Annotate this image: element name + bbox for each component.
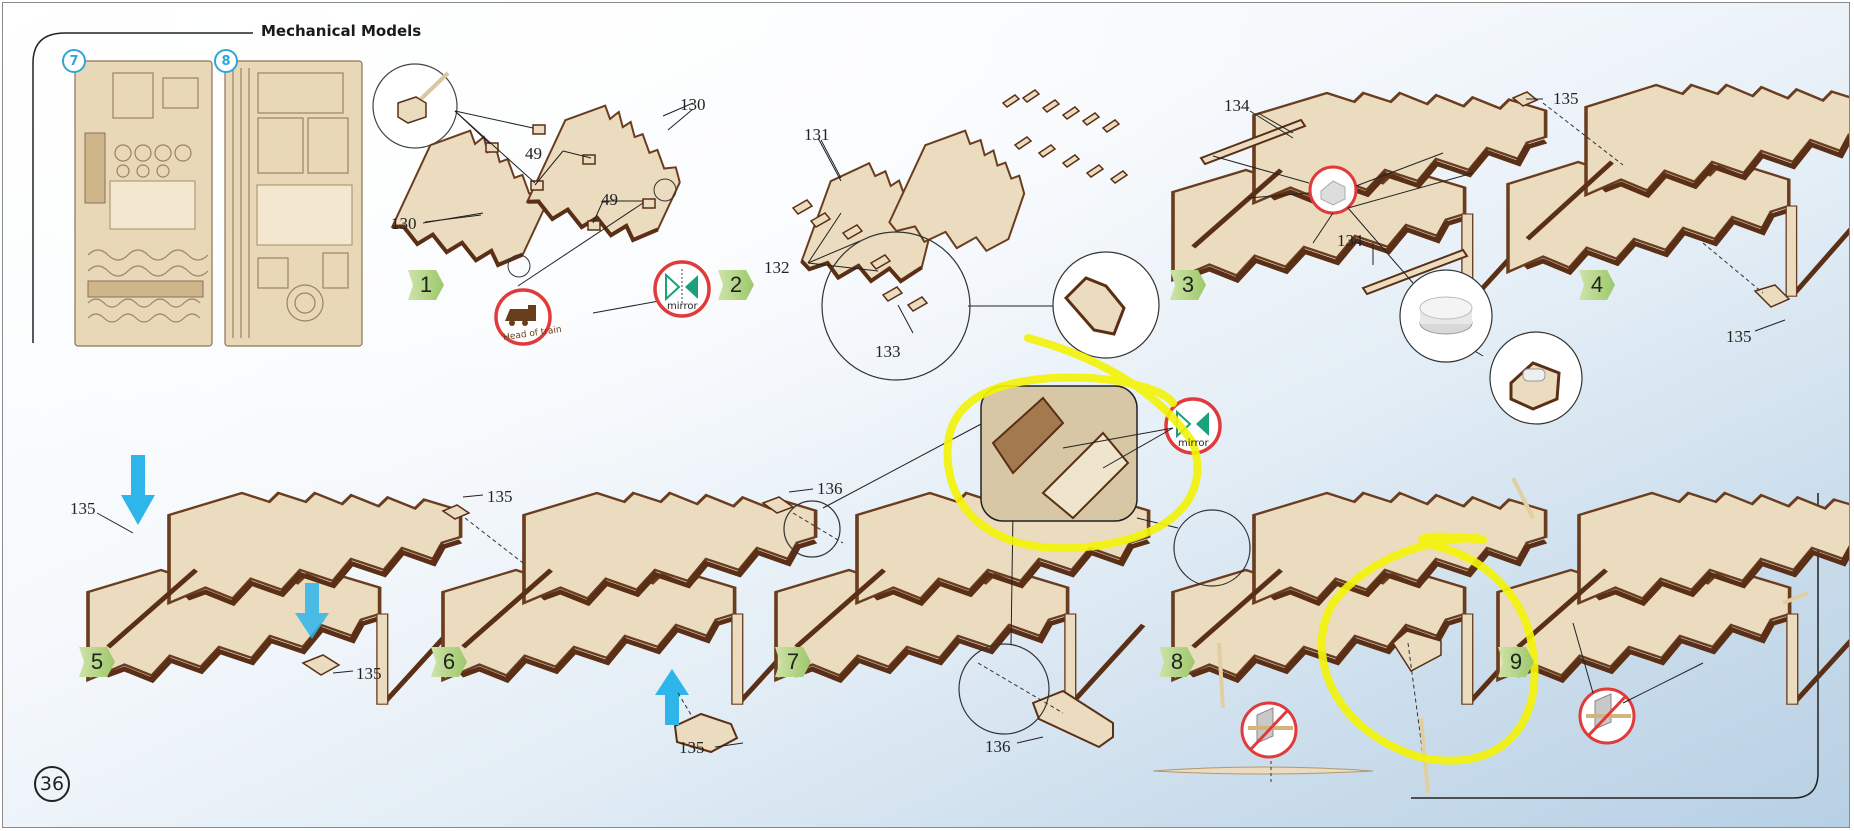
assembly-illustrations <box>3 63 1850 794</box>
step-8-illustration <box>1152 493 1546 794</box>
part-label-134: 134 <box>1224 96 1250 115</box>
part-label-135: 135 <box>487 487 513 506</box>
step-9-illustration <box>1498 477 1850 745</box>
part-label-132: 132 <box>764 258 790 277</box>
part-label-135: 135 <box>679 738 705 757</box>
part-label-133: 133 <box>875 342 901 361</box>
instruction-page: Mechanical Models 7 8 130 130 49 49 131 … <box>2 2 1850 828</box>
part-label-130: 130 <box>391 214 417 233</box>
step-4-illustration <box>1508 85 1850 308</box>
part-label-130: 130 <box>680 95 706 114</box>
mirror-label: mirror <box>1178 438 1209 449</box>
arrow-down-icon <box>121 455 155 525</box>
page-number: 36 <box>34 766 70 802</box>
part-label-135: 135 <box>70 499 96 518</box>
step-1-illustration <box>372 63 711 346</box>
part-label-134: 134 <box>1337 231 1363 250</box>
part-label-49: 49 <box>525 144 542 163</box>
step-7-illustration <box>761 385 1222 749</box>
sheet-8-badge: 8 <box>214 49 238 73</box>
header-title: Mechanical Models <box>261 22 422 40</box>
part-label-135: 135 <box>356 664 382 683</box>
mirror-label: mirror <box>667 301 698 312</box>
part-label-135: 135 <box>1726 327 1752 346</box>
part-label-49: 49 <box>601 190 618 209</box>
step-2-illustration <box>791 89 1160 381</box>
part-label-136: 136 <box>817 479 843 498</box>
part-label-135: 135 <box>1553 89 1579 108</box>
arrow-up-icon <box>655 669 689 725</box>
sheet-7-badge: 7 <box>62 49 86 73</box>
part-label-136: 136 <box>985 737 1011 756</box>
part-label-131: 131 <box>804 125 830 144</box>
step-5-illustration <box>88 455 461 704</box>
step-6-illustration <box>443 493 816 754</box>
